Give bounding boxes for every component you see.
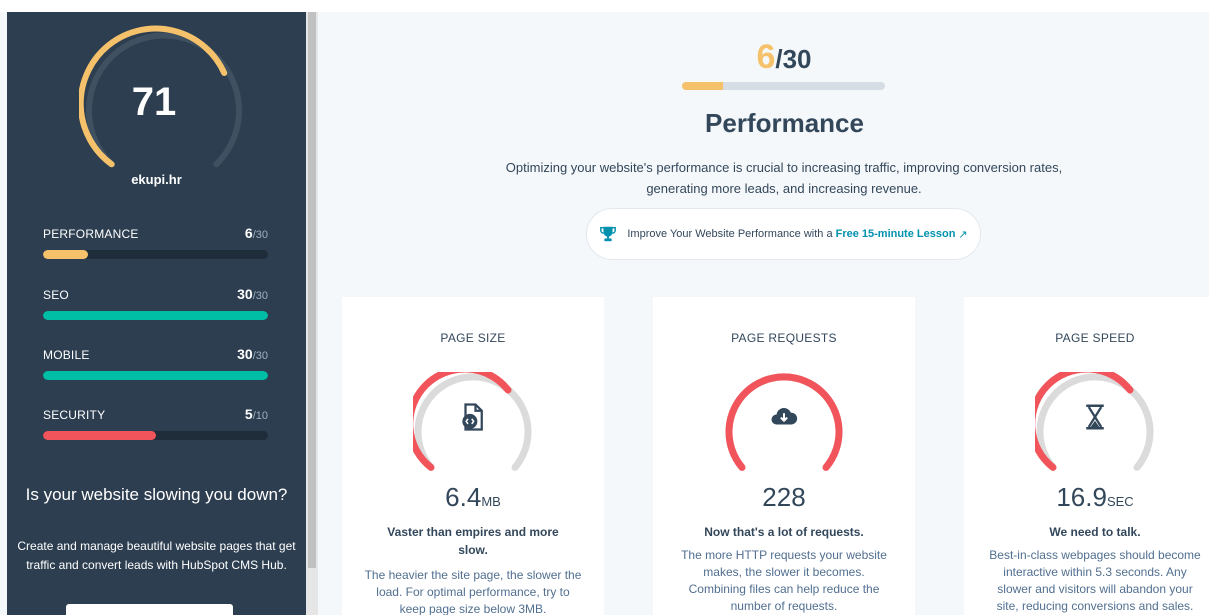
promo-title: Is your website slowing you down?: [25, 485, 288, 504]
metric-card-page-size: PAGE SIZE 6.4MB Vaster than empires and …: [342, 297, 604, 615]
category-progress-bar: [43, 311, 268, 320]
lesson-text: Improve Your Website Performance with a: [627, 228, 833, 240]
sidebar-scrollbar-thumb[interactable]: [308, 12, 316, 568]
card-value: 16.9SEC: [1056, 482, 1134, 512]
card-description: The more HTTP requests your website make…: [681, 548, 887, 613]
metric-card-page-speed: PAGE SPEED 16.9SEC We need to talk. Best…: [964, 297, 1209, 615]
card-value: 6.4MB: [445, 482, 501, 512]
lesson-banner[interactable]: Improve Your Website Performance with a …: [586, 208, 981, 260]
category-label: PERFORMANCE: [43, 227, 139, 241]
section-title: Performance: [705, 108, 864, 138]
section-score: 6/30: [756, 38, 812, 76]
promo-text: Create and manage beautiful website page…: [17, 539, 296, 572]
score-sidebar: 71 ekupi.hr PERFORMANCE 6/30 SEO 30/30 M…: [7, 12, 306, 615]
top-strip: [0, 0, 1209, 12]
code-file-icon: [462, 403, 483, 431]
category-score: 30/30: [237, 346, 268, 362]
category-label: MOBILE: [43, 348, 90, 362]
hourglass-icon: [1086, 404, 1104, 430]
category-score: 6/30: [244, 225, 268, 241]
section-progress-bar: [682, 82, 885, 90]
category-score: 30/30: [237, 286, 268, 302]
metric-card-page-requests: PAGE REQUESTS 228 Now that's a lot of re…: [653, 297, 915, 615]
promo-cta-button[interactable]: [66, 604, 233, 615]
category-label: SEO: [43, 288, 69, 302]
card-description: The heavier the site page, the slower th…: [364, 568, 582, 615]
category-score: 5/10: [244, 406, 268, 422]
card-value: 228: [762, 482, 806, 512]
category-progress-bar: [43, 371, 268, 380]
card-title: PAGE SPEED: [1055, 331, 1135, 345]
card-title: PAGE REQUESTS: [731, 331, 837, 345]
cloud-download-icon: [771, 407, 798, 425]
card-verdict: Vaster than empires and more slow.: [387, 525, 559, 557]
lesson-link[interactable]: Free 15-minute Lesson: [836, 228, 956, 240]
site-name: ekupi.hr: [131, 172, 182, 187]
card-description: Best-in-class webpages should become int…: [989, 548, 1201, 613]
external-link-icon: ↗: [958, 228, 968, 241]
overall-score: 71: [131, 80, 177, 124]
section-description: Optimizing your website's performance is…: [505, 160, 1063, 196]
category-progress-bar: [43, 250, 268, 259]
card-verdict: Now that's a lot of requests.: [704, 525, 864, 539]
trophy-icon: [600, 226, 617, 242]
category-progress-bar: [43, 431, 268, 440]
card-verdict: We need to talk.: [1049, 525, 1141, 539]
card-title: PAGE SIZE: [440, 331, 506, 345]
category-label: SECURITY: [43, 408, 106, 422]
